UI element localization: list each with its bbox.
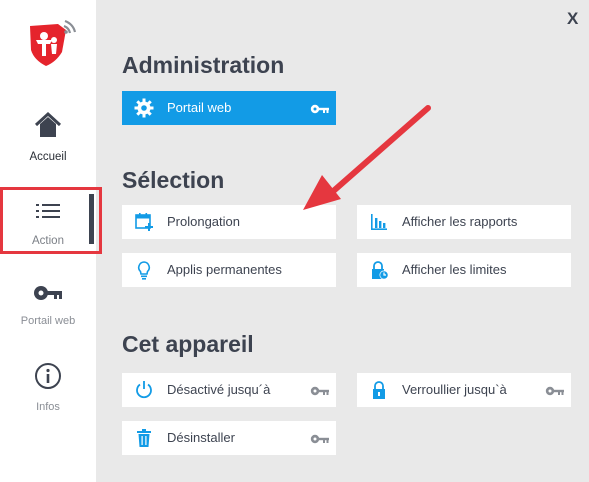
- verrouiller-jusqua-tile[interactable]: Verroullier jusqu`à: [357, 373, 571, 407]
- portail-web-tile[interactable]: Portail web: [122, 91, 336, 125]
- padlock-icon: [369, 380, 389, 400]
- tile-label: Afficher les limites: [402, 262, 507, 277]
- key-icon: [0, 282, 96, 309]
- calendar-plus-icon: [134, 212, 154, 232]
- tile-label: Afficher les rapports: [402, 214, 518, 229]
- afficher-les-rapports-tile[interactable]: Afficher les rapports: [357, 205, 571, 239]
- close-button[interactable]: X: [567, 9, 578, 29]
- sidebar-item-accueil[interactable]: Accueil: [0, 110, 96, 163]
- sidebar-item-label: Accueil: [29, 151, 67, 163]
- key-icon: [310, 384, 330, 396]
- desinstaller-tile[interactable]: Désinstaller: [122, 421, 336, 455]
- section-title-selection: Sélection: [122, 167, 225, 193]
- sidebar-item-label: Portail web: [20, 315, 76, 327]
- gear-icon: [134, 98, 154, 118]
- app-logo: [22, 16, 78, 72]
- home-icon: [0, 110, 96, 145]
- power-icon: [134, 380, 154, 400]
- section-title-cet-appareil: Cet appareil: [122, 331, 254, 357]
- sidebar-item-infos[interactable]: Infos: [0, 362, 96, 413]
- key-icon: [310, 102, 330, 114]
- tile-label: Applis permanentes: [167, 262, 282, 277]
- afficher-les-limites-tile[interactable]: Afficher les limites: [357, 253, 571, 287]
- tile-label: Désinstaller: [167, 430, 235, 445]
- tile-label: Prolongation: [167, 214, 240, 229]
- info-icon: [0, 362, 96, 395]
- sidebar-item-portail-web[interactable]: Portail web: [0, 282, 96, 327]
- key-icon: [545, 384, 565, 396]
- lightbulb-icon: [134, 260, 154, 280]
- prolongation-tile[interactable]: Prolongation: [122, 205, 336, 239]
- tile-label: Portail web: [167, 100, 232, 115]
- trash-icon: [134, 428, 154, 448]
- lock-clock-icon: [369, 260, 389, 280]
- sidebar-item-label: Infos: [36, 401, 60, 413]
- bar-chart-icon: [369, 212, 389, 232]
- applis-permanentes-tile[interactable]: Applis permanentes: [122, 253, 336, 287]
- desactive-jusqua-tile[interactable]: Désactivé jusqu´à: [122, 373, 336, 407]
- section-title-administration: Administration: [122, 52, 285, 78]
- key-icon: [310, 432, 330, 444]
- tile-label: Verroullier jusqu`à: [402, 382, 507, 397]
- annotation-highlight-box: [0, 187, 102, 254]
- tile-label: Désactivé jusqu´à: [167, 382, 271, 397]
